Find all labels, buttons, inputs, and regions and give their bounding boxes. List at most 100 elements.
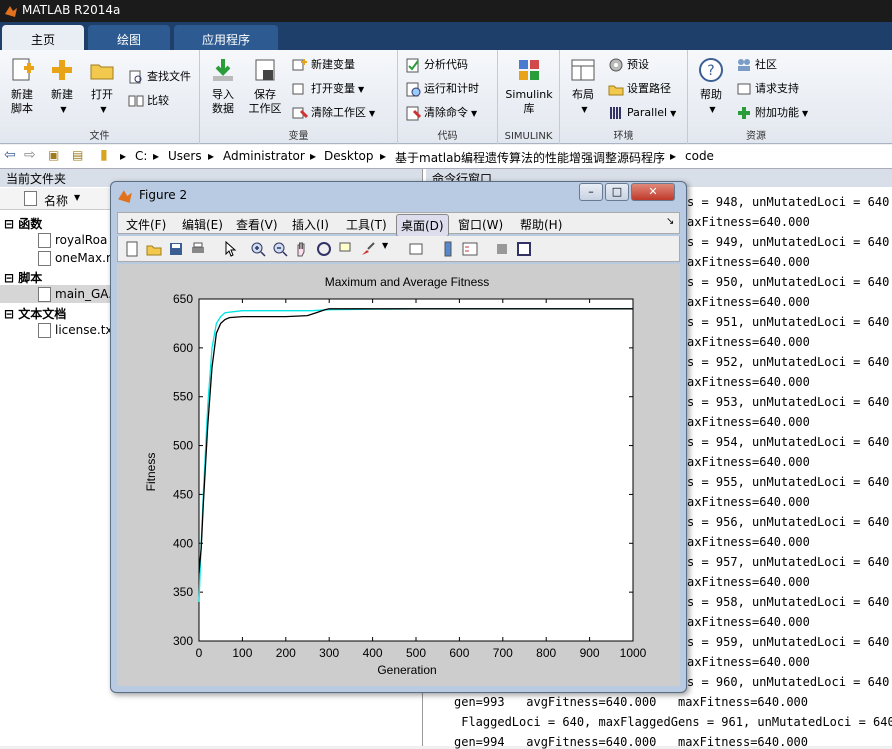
maximize-icon: □ xyxy=(611,185,623,198)
text-file-icon xyxy=(38,323,51,338)
command-output-line: s = 955, unMutatedLoci = 640 xyxy=(687,475,890,489)
close-button[interactable]: ✕ xyxy=(631,183,675,201)
back-arrow-icon[interactable]: ⇦ xyxy=(4,147,16,163)
category-functions[interactable]: ⊟ 函数 xyxy=(4,215,42,232)
breadcrumb-users[interactable]: Users xyxy=(168,149,202,163)
minimize-icon: – xyxy=(588,185,594,198)
new-figure-icon[interactable] xyxy=(124,241,140,257)
layout-button[interactable]: 布局 ▼ xyxy=(563,54,603,117)
tab-plots[interactable]: 绘图 xyxy=(88,25,170,50)
tab-home[interactable]: 主页 xyxy=(2,25,84,50)
menu-overflow-icon[interactable]: ↘ xyxy=(666,216,674,227)
tab-apps[interactable]: 应用程序 xyxy=(174,25,278,50)
file-item[interactable]: license.txt xyxy=(38,323,117,338)
open-button[interactable]: 打开 ▼ xyxy=(82,54,122,117)
open-label: 打开 xyxy=(91,88,113,101)
help-button[interactable]: ? 帮助 ▼ xyxy=(691,54,731,117)
file-item[interactable]: oneMax.m xyxy=(38,251,118,266)
pointer-icon[interactable] xyxy=(222,241,238,257)
add-ons-button[interactable]: 附加功能 ▼ xyxy=(736,104,808,124)
brush-icon[interactable] xyxy=(360,241,376,257)
new-variable-button[interactable]: 新建变量 xyxy=(292,56,355,76)
command-output-line: axFitness=640.000 xyxy=(687,215,810,229)
new-button[interactable]: 新建 ▼ xyxy=(42,54,82,117)
import-data-button[interactable]: 导入 数据 xyxy=(203,54,243,116)
y-tick-label: 550 xyxy=(173,390,193,404)
hide-tools-icon[interactable] xyxy=(494,241,510,257)
environment-group-label: 环境 xyxy=(613,131,634,142)
menu-tools[interactable]: 工具(T) xyxy=(346,216,387,233)
clear-commands-button[interactable]: 清除命令 ▼ xyxy=(405,104,477,124)
new-script-button[interactable]: 新建 脚本 xyxy=(2,54,42,116)
matlab-logo-icon xyxy=(118,190,132,203)
figure-title: Figure 2 xyxy=(139,188,188,202)
simulink-library-button[interactable]: Simulink 库 xyxy=(504,54,554,116)
up-folder-icon[interactable]: ▣ xyxy=(48,148,59,162)
save-workspace-button[interactable]: 保存 工作区 xyxy=(245,54,285,116)
menu-file[interactable]: 文件(F) xyxy=(126,216,166,233)
command-output-line: s = 960, unMutatedLoci = 640 xyxy=(687,675,890,689)
command-output-line: s = 958, unMutatedLoci = 640 xyxy=(687,595,890,609)
analyze-code-button[interactable]: 分析代码 xyxy=(405,56,468,76)
command-output-line: axFitness=640.000 xyxy=(687,415,810,429)
clear-workspace-button[interactable]: 清除工作区 ▼ xyxy=(292,104,375,124)
breadcrumb-code[interactable]: code xyxy=(685,149,714,163)
community-icon xyxy=(738,59,750,71)
link-plot-icon[interactable] xyxy=(408,241,424,257)
menu-edit[interactable]: 编辑(E) xyxy=(182,216,223,233)
category-scripts[interactable]: ⊟ 脚本 xyxy=(4,269,42,286)
file-item[interactable]: royalRoa xyxy=(38,233,107,248)
show-tools-icon[interactable] xyxy=(516,241,532,257)
new-variable-label: 新建变量 xyxy=(311,58,355,71)
legend-icon[interactable] xyxy=(462,241,478,257)
community-button[interactable]: 社区 xyxy=(736,56,777,76)
chevron-down-icon[interactable]: ▼ xyxy=(382,241,398,257)
zoom-in-icon[interactable] xyxy=(250,241,266,257)
request-support-button[interactable]: 请求支持 xyxy=(736,80,799,100)
analyze-code-label: 分析代码 xyxy=(424,58,468,71)
ribbon: 新建 脚本 新建 ▼ 打开 ▼ 查找文件 比较 文件 导入 数据 保存 工作区 新建… xyxy=(0,50,892,144)
compare-button[interactable]: 比较 xyxy=(128,92,169,112)
category-text-docs[interactable]: ⊟ 文本文档 xyxy=(4,305,66,322)
preferences-label: 预设 xyxy=(627,58,649,71)
open-file-icon[interactable] xyxy=(146,241,162,257)
save-icon[interactable] xyxy=(168,241,184,257)
find-files-button[interactable]: 查找文件 xyxy=(128,68,191,88)
figure-toolbar: ▼ xyxy=(117,236,680,262)
command-output-line: axFitness=640.000 xyxy=(687,615,810,629)
data-cursor-icon[interactable] xyxy=(338,241,354,257)
pan-hand-icon[interactable] xyxy=(294,241,310,257)
matlab-logo-icon xyxy=(5,6,17,17)
menu-view[interactable]: 查看(V) xyxy=(236,216,278,233)
rotate-3d-icon[interactable] xyxy=(316,241,332,257)
breadcrumb-administrator[interactable]: Administrator xyxy=(223,149,305,163)
breadcrumb-project[interactable]: 基于matlab编程遗传算法的性能增强调整源码程序 xyxy=(395,149,665,166)
x-tick-label: 600 xyxy=(449,646,469,660)
collapse-icon: ⊟ xyxy=(4,307,19,321)
colorbar-icon[interactable] xyxy=(440,241,456,257)
forward-arrow-icon[interactable]: ⇨ xyxy=(24,147,36,163)
command-output-line: gen=993 avgFitness=640.000 maxFitness=64… xyxy=(454,695,809,709)
print-icon[interactable] xyxy=(190,241,206,257)
run-and-time-button[interactable]: 运行和计时 xyxy=(405,80,479,100)
breadcrumb-desktop[interactable]: Desktop xyxy=(324,149,374,163)
file-item-selected[interactable]: main_GA. xyxy=(0,285,112,303)
menu-desktop[interactable]: 桌面(D) xyxy=(396,214,449,237)
preferences-button[interactable]: 预设 xyxy=(608,56,649,76)
minimize-button[interactable]: – xyxy=(579,183,603,201)
command-output-line: s = 948, unMutatedLoci = 640 xyxy=(687,195,890,209)
open-variable-button[interactable]: 打开变量 ▼ xyxy=(292,80,364,100)
new-script-label: 新建 脚本 xyxy=(11,88,33,115)
menu-insert[interactable]: 插入(I) xyxy=(292,216,329,233)
chevron-down-icon: ▼ xyxy=(369,109,376,118)
zoom-out-icon[interactable] xyxy=(272,241,288,257)
import-icon xyxy=(213,59,233,81)
menu-help[interactable]: 帮助(H) xyxy=(520,216,562,233)
menu-window[interactable]: 窗口(W) xyxy=(458,216,503,233)
browse-folder-icon[interactable]: ▤ xyxy=(72,148,83,162)
set-path-button[interactable]: 设置路径 xyxy=(608,80,671,100)
breadcrumb-c[interactable]: C: xyxy=(135,149,147,163)
maximize-button[interactable]: □ xyxy=(605,183,629,201)
parallel-button[interactable]: Parallel ▼ xyxy=(608,104,676,124)
command-output-line: s = 953, unMutatedLoci = 640 xyxy=(687,395,890,409)
